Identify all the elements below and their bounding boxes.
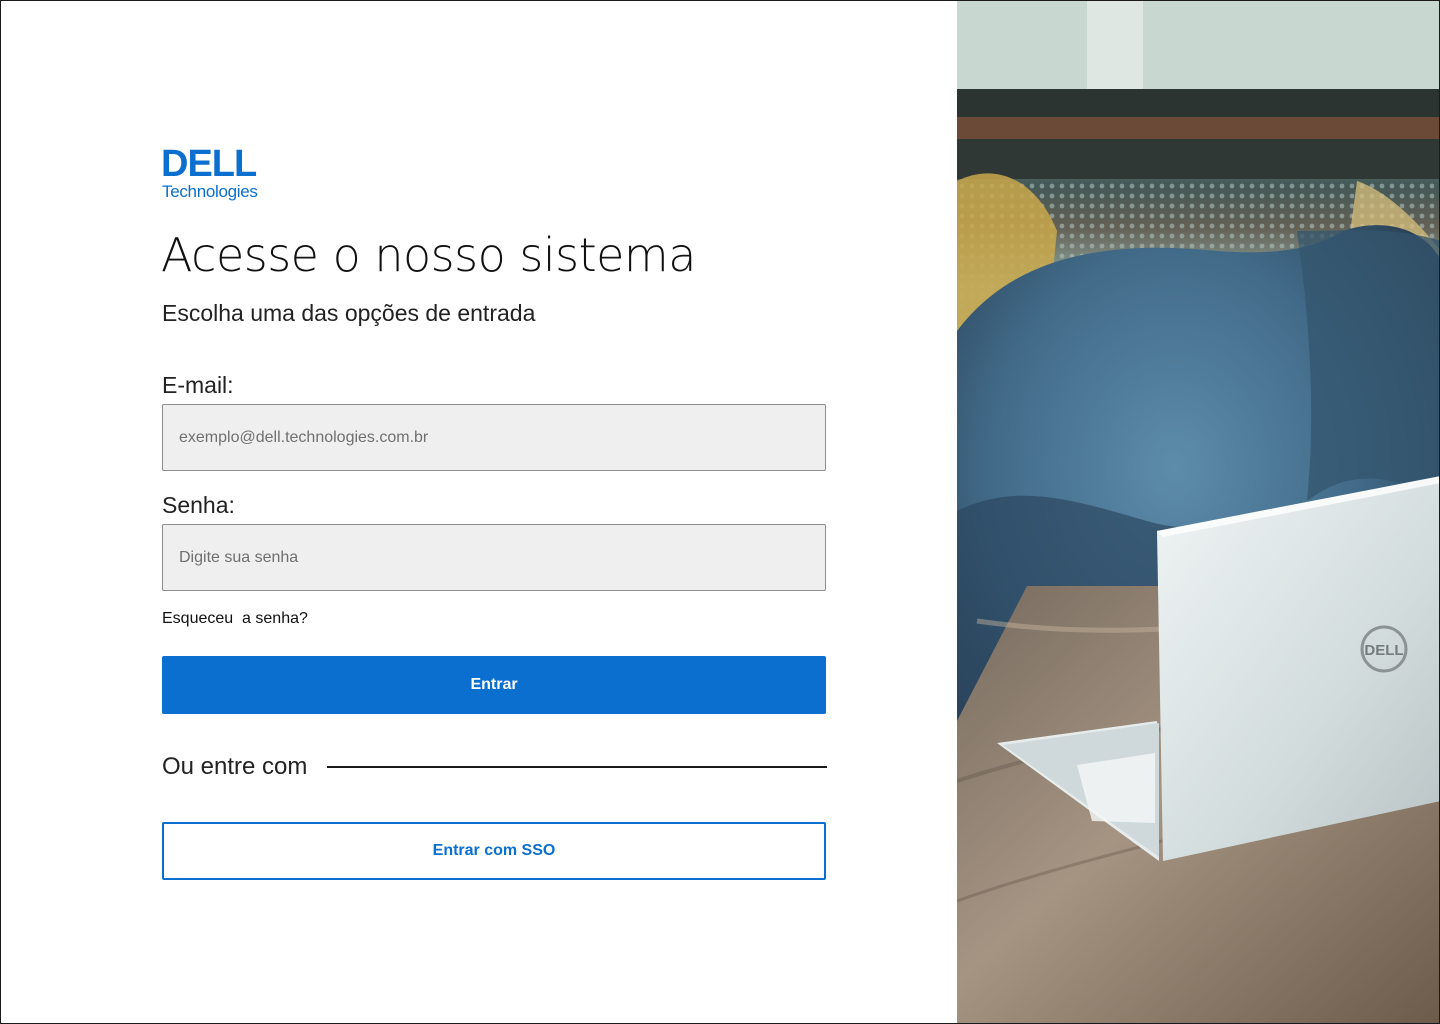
- page-subtitle: Escolha uma das opções de entrada: [162, 300, 536, 326]
- divider-line: [327, 766, 827, 768]
- laptop-photo: DELL: [957, 1, 1439, 1023]
- email-label: E-mail:: [162, 372, 234, 398]
- page-title: Acesse o nosso sistema: [161, 228, 696, 282]
- dell-technologies-logo: DELL Technologies: [161, 143, 271, 207]
- alternative-login-label: Ou entre com: [162, 753, 308, 780]
- technologies-logo-text: Technologies: [162, 182, 258, 201]
- email-field[interactable]: [162, 404, 826, 471]
- password-label: Senha:: [162, 492, 235, 518]
- login-panel: DELL Technologies Acesse o nosso sistema…: [1, 1, 957, 1023]
- dell-logo-mark: DELL: [161, 143, 257, 185]
- laptop-photo-illustration: DELL: [957, 1, 1439, 1023]
- submit-button[interactable]: Entrar: [162, 656, 826, 714]
- app-window: DELL Technologies Acesse o nosso sistema…: [0, 0, 1440, 1024]
- alternative-login-divider: Ou entre com: [162, 750, 827, 784]
- sso-login-button[interactable]: Entrar com SSO: [162, 822, 826, 880]
- password-field[interactable]: [162, 524, 826, 591]
- forgot-password-link[interactable]: Esqueceu a senha?: [162, 609, 308, 629]
- svg-text:DELL: DELL: [1364, 642, 1403, 659]
